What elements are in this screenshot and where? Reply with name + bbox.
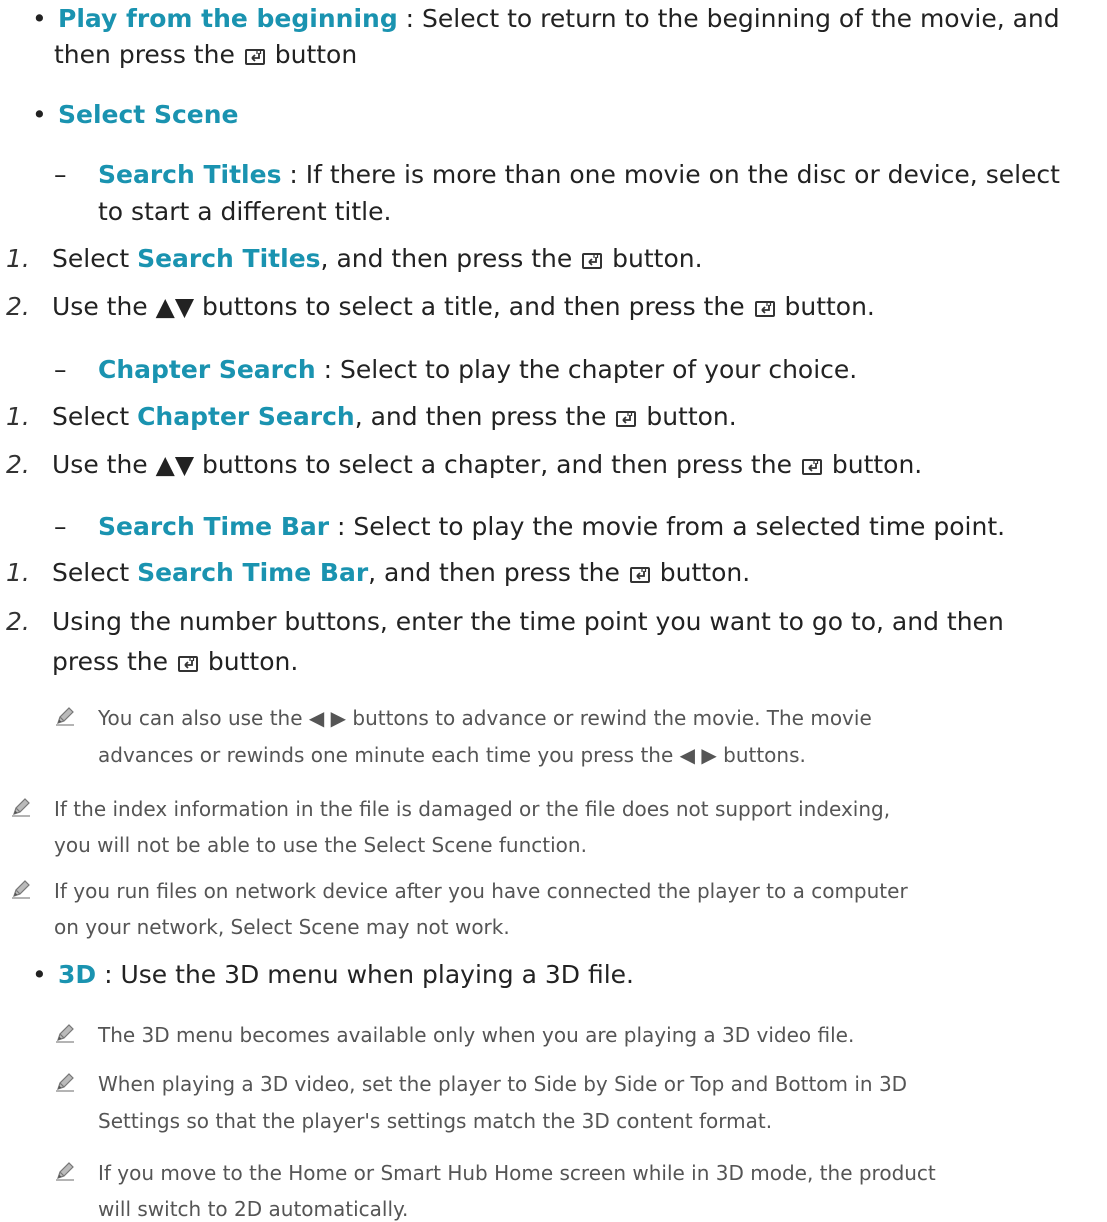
- sub-item-search-titles: – Search Titles : If there is more than o…: [54, 160, 1060, 189]
- up-down-arrows-icon: ▲▼: [155, 292, 195, 321]
- play-from-beginning-desc: Select to return to the beginning of the…: [422, 4, 1060, 33]
- sub-item-search-time-bar: – Search Time Bar : Select to play the mo…: [54, 512, 1006, 541]
- chapter-search-step-1: 1. Select Chapter Search, and then press …: [6, 402, 737, 431]
- step-number: 2.: [6, 450, 30, 479]
- bullet-mark: •: [32, 4, 47, 33]
- dash-mark: –: [54, 512, 67, 541]
- left-right-arrows-icon: ◀ ▶: [679, 743, 717, 767]
- three-d-note1: The 3D menu becomes available only when …: [98, 1023, 855, 1047]
- manual-page: • Play from the beginning : Select to ret…: [0, 0, 1107, 1222]
- bullet-mark: •: [32, 100, 47, 129]
- three-d-label: 3D: [58, 960, 97, 989]
- enter-button-icon: [801, 459, 822, 475]
- step-number: 1.: [6, 402, 30, 431]
- search-titles-desc-line2: to start a different title.: [98, 197, 392, 226]
- play-from-beginning-label: Play from the beginning: [58, 4, 398, 33]
- three-d-note2-line1: When playing a 3D video, set the player …: [98, 1072, 908, 1096]
- note-pencil-icon: [10, 878, 32, 904]
- note-pencil-icon: [54, 1022, 76, 1048]
- search-time-bar-label: Search Time Bar: [98, 512, 330, 541]
- bullet-select-scene: • Select Scene: [32, 100, 239, 130]
- sub-item-chapter-search: – Chapter Search : Select to play the cha…: [54, 355, 858, 384]
- enter-button-icon: [244, 49, 265, 65]
- bullet-mark: •: [32, 960, 47, 989]
- three-d-note3-line2: will switch to 2D automatically.: [98, 1197, 409, 1221]
- select-scene-label: Select Scene: [58, 100, 239, 129]
- dash-mark: –: [54, 160, 67, 189]
- step-number: 1.: [6, 244, 30, 273]
- enter-button-icon: [177, 656, 198, 672]
- search-time-bar-desc: Select to play the movie from a selected…: [353, 512, 1006, 541]
- chapter-search-step-2: 2. Use the ▲▼ buttons to select a chapter…: [6, 450, 923, 479]
- left-right-arrows-icon: ◀ ▶: [308, 706, 347, 730]
- bullet-3d: • 3D : Use the 3D menu when playing a 3D …: [32, 960, 634, 989]
- note-advance-line2: advances or rewinds one minute each time…: [98, 743, 806, 767]
- search-titles-step-2: 2. Use the ▲▼ buttons to select a title, …: [6, 292, 875, 321]
- enter-button-icon: [629, 567, 650, 583]
- note-pencil-icon: [54, 705, 76, 731]
- dash-mark: –: [54, 355, 67, 384]
- three-d-desc: Use the 3D menu when playing a 3D file.: [120, 960, 634, 989]
- step-number: 1.: [6, 558, 30, 587]
- separator: :: [397, 4, 423, 33]
- note-index-line2: you will not be able to use the Select S…: [54, 833, 587, 857]
- search-time-bar-step-1: 1. Select Search Time Bar, and then press…: [6, 558, 751, 587]
- note-network-line2: on your network, Select Scene may not wo…: [54, 915, 510, 939]
- note-pencil-icon: [54, 1071, 76, 1097]
- search-titles-desc: If there is more than one movie on the d…: [305, 160, 1060, 189]
- bullet-play-from-beginning: • Play from the beginning : Select to ret…: [32, 4, 1060, 34]
- search-titles-label: Search Titles: [98, 160, 282, 189]
- note-pencil-icon: [54, 1160, 76, 1186]
- play-from-beginning-desc-line2: then press the button: [54, 40, 358, 69]
- search-time-bar-step-2: 2. Using the number buttons, enter the ti…: [6, 607, 1004, 636]
- enter-button-icon: [616, 411, 637, 427]
- note-network-line1: If you run files on network device after…: [54, 879, 908, 903]
- note-advance-line1: You can also use the ◀ ▶ buttons to adva…: [98, 706, 872, 730]
- note-index-line1: If the index information in the file is …: [54, 797, 891, 821]
- chapter-search-desc: Select to play the chapter of your choic…: [339, 355, 858, 384]
- three-d-note2-line2: Settings so that the player's settings m…: [98, 1109, 773, 1133]
- three-d-note3-line1: If you move to the Home or Smart Hub Hom…: [98, 1161, 936, 1185]
- chapter-search-label: Chapter Search: [98, 355, 316, 384]
- step-number: 2.: [6, 607, 30, 636]
- enter-button-icon: [754, 301, 775, 317]
- up-down-arrows-icon: ▲▼: [155, 450, 195, 479]
- step-number: 2.: [6, 292, 30, 321]
- search-time-bar-step-2-line2: press the button.: [52, 647, 299, 676]
- note-pencil-icon: [10, 796, 32, 822]
- search-titles-step-1: 1. Select Search Titles, and then press t…: [6, 244, 703, 273]
- enter-button-icon: [582, 253, 603, 269]
